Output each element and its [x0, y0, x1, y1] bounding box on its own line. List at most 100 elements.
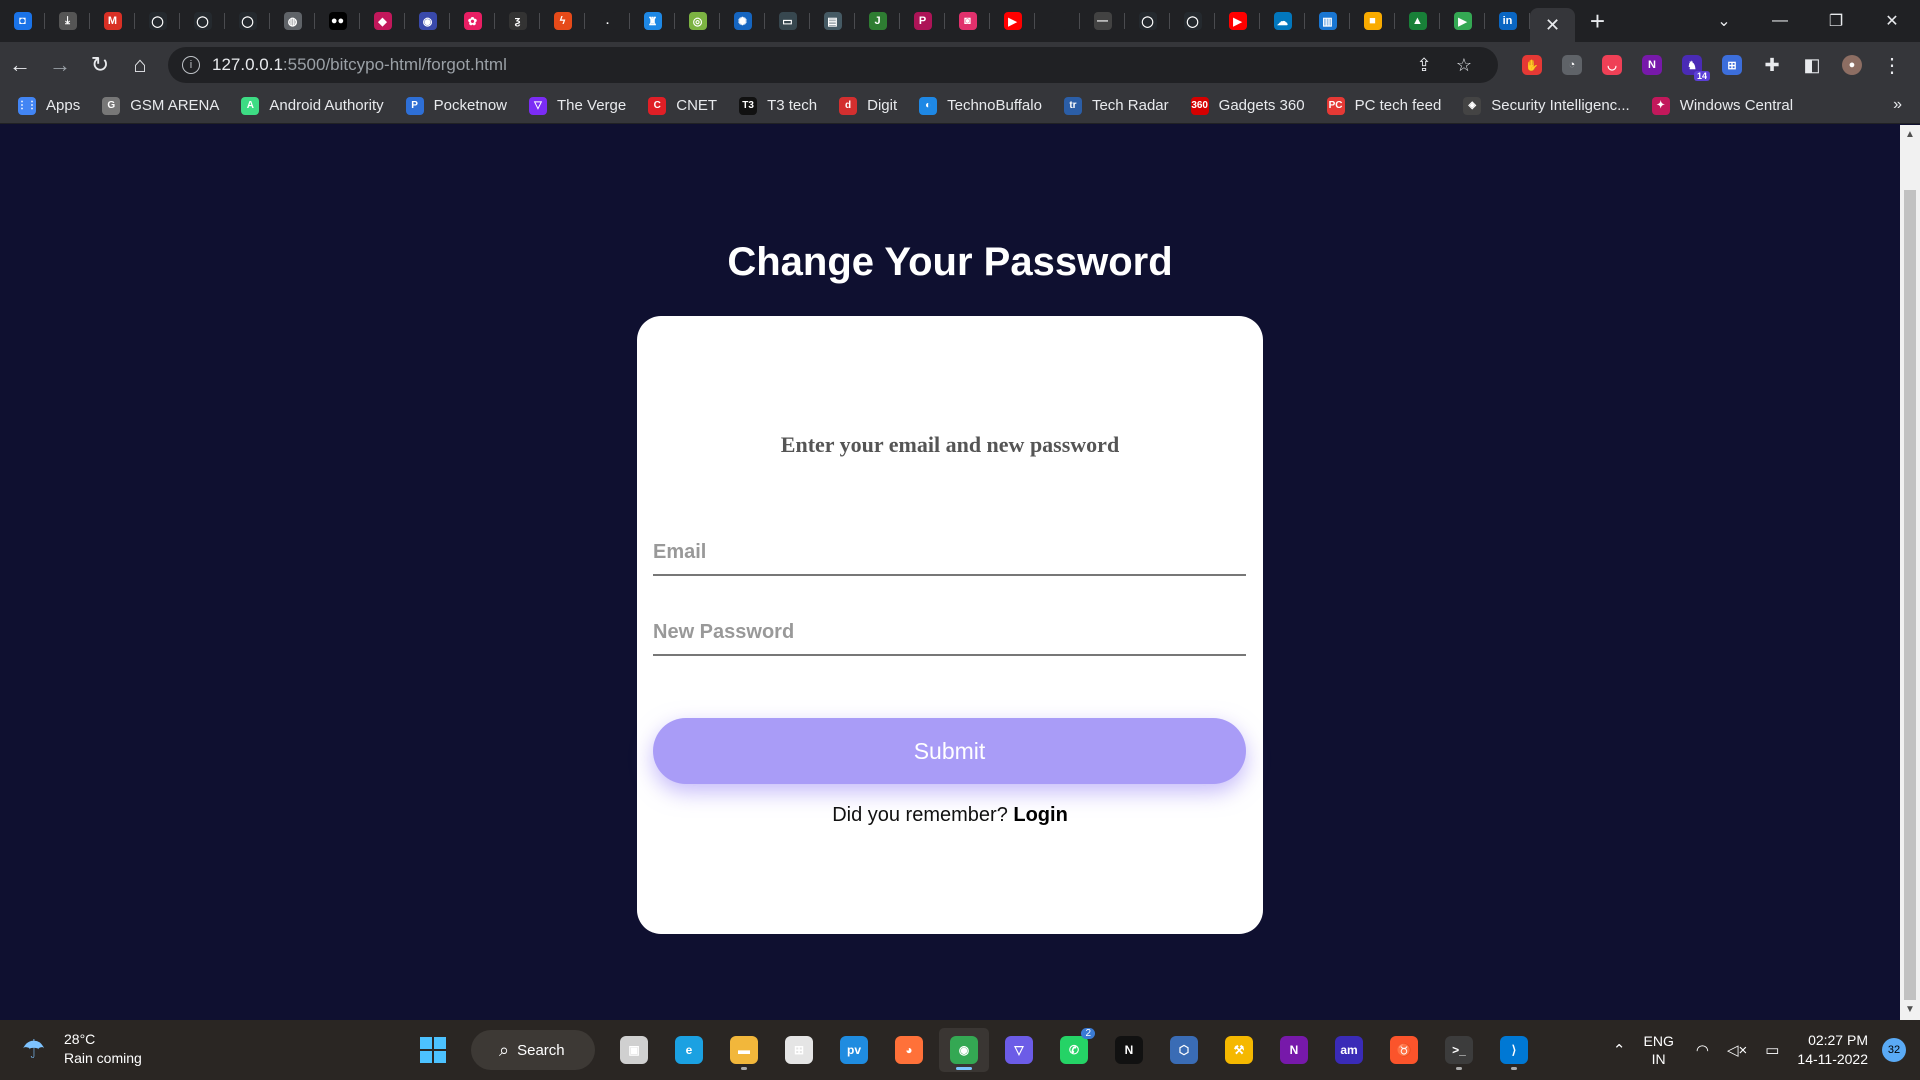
submit-button[interactable]: Submit	[653, 718, 1246, 784]
bookmark-item[interactable]: P Pocketnow	[405, 96, 507, 115]
site-info-icon[interactable]: i	[182, 56, 200, 74]
browser-tab[interactable]: ✿	[450, 0, 495, 42]
extension-button[interactable]: ◡	[1592, 45, 1632, 85]
browser-tab[interactable]: ϟ	[540, 0, 585, 42]
scrollbar-thumb[interactable]	[1904, 190, 1916, 1000]
browser-tab[interactable]: ◙	[945, 0, 990, 42]
taskbar-app[interactable]: ⊞	[774, 1028, 824, 1072]
browser-tab[interactable]: J	[855, 0, 900, 42]
browser-tab[interactable]	[1035, 0, 1080, 42]
browser-menu-icon[interactable]: ⋮	[1872, 45, 1912, 85]
side-panel-icon[interactable]: ◧	[1792, 45, 1832, 85]
browser-tab[interactable]: ▥	[1305, 0, 1350, 42]
extension-button[interactable]: ✋	[1512, 45, 1552, 85]
new-tab-button[interactable]: +	[1575, 0, 1620, 42]
extension-button[interactable]: ♞ 14	[1672, 45, 1712, 85]
browser-tab[interactable]: M	[90, 0, 135, 42]
bookmark-item[interactable]: ◐ TechnoBuffalo	[919, 96, 1042, 115]
profile-avatar[interactable]: ●	[1832, 45, 1872, 85]
close-tab-icon[interactable]: ✕	[1545, 15, 1560, 36]
bookmark-item[interactable]: A Android Authority	[241, 96, 384, 115]
vertical-scrollbar[interactable]: ▲ ▼	[1900, 125, 1920, 1020]
restore-button[interactable]: ❐	[1808, 0, 1864, 42]
volume-muted-icon[interactable]: ◁×	[1727, 1041, 1747, 1059]
browser-tab[interactable]: .	[585, 0, 630, 42]
scroll-up-arrow-icon[interactable]: ▲	[1904, 129, 1916, 141]
browser-tab[interactable]: ✺	[720, 0, 765, 42]
wifi-icon[interactable]: ◠	[1696, 1041, 1709, 1059]
email-input[interactable]	[653, 530, 1246, 576]
browser-tab[interactable]: in	[1485, 0, 1530, 42]
close-window-button[interactable]: ✕	[1864, 0, 1920, 42]
browser-tab[interactable]: ▲	[1395, 0, 1440, 42]
browser-tab[interactable]: ▶	[990, 0, 1035, 42]
minimize-button[interactable]: —	[1752, 0, 1808, 42]
browser-tab[interactable]: ◆	[360, 0, 405, 42]
bookmark-item[interactable]: T3 T3 tech	[739, 96, 817, 115]
tab-search-dropdown-icon[interactable]: ⌄	[1696, 0, 1752, 42]
browser-tab[interactable]: ☁	[1260, 0, 1305, 42]
back-arrow-icon[interactable]: ←	[0, 45, 40, 85]
taskbar-app[interactable]: ◕	[884, 1028, 934, 1072]
taskbar-app[interactable]: ⬡	[1159, 1028, 1209, 1072]
bookmark-item[interactable]: d Digit	[839, 96, 897, 115]
bookmark-item[interactable]: ◈ Security Intelligenc...	[1463, 96, 1630, 115]
browser-tab[interactable]: ▶	[1440, 0, 1485, 42]
browser-tab[interactable]: ◍	[270, 0, 315, 42]
extensions-puzzle-icon[interactable]: ✚	[1752, 45, 1792, 85]
login-link[interactable]: Login	[1013, 804, 1067, 826]
clock[interactable]: 02:27 PM 14-11-2022	[1797, 1031, 1868, 1069]
browser-tab[interactable]: ƺ	[495, 0, 540, 42]
browser-tab[interactable]: ◯	[180, 0, 225, 42]
browser-tab[interactable]: ⤓	[45, 0, 90, 42]
notification-count-badge[interactable]: 32	[1882, 1038, 1906, 1062]
browser-tab[interactable]: ▭	[765, 0, 810, 42]
taskbar-app[interactable]: ♉	[1379, 1028, 1429, 1072]
browser-tab[interactable]: ●●	[315, 0, 360, 42]
taskbar-app[interactable]: ▽	[994, 1028, 1044, 1072]
active-tab[interactable]: ✕	[1530, 8, 1575, 42]
extension-button[interactable]: ◔	[1552, 45, 1592, 85]
share-icon[interactable]: ⇪	[1404, 55, 1444, 76]
browser-tab[interactable]: ▤	[810, 0, 855, 42]
language-indicator[interactable]: ENG IN	[1644, 1032, 1674, 1068]
bookmark-item[interactable]: ⋮⋮ Apps	[17, 96, 80, 115]
taskbar-app[interactable]: N	[1269, 1028, 1319, 1072]
taskbar-app[interactable]: ◉	[939, 1028, 989, 1072]
taskbar-app[interactable]: N	[1104, 1028, 1154, 1072]
browser-tab[interactable]: ◯	[1170, 0, 1215, 42]
browser-tab[interactable]: ◯	[135, 0, 180, 42]
taskbar-app[interactable]: ▣	[609, 1028, 659, 1072]
browser-tab[interactable]: ♜	[630, 0, 675, 42]
browser-tab[interactable]: ◎	[675, 0, 720, 42]
bookmark-item[interactable]: tr Tech Radar	[1063, 96, 1169, 115]
bookmark-star-icon[interactable]: ☆	[1444, 55, 1484, 76]
bookmark-item[interactable]: C CNET	[648, 96, 717, 115]
show-hidden-icons-chevron-icon[interactable]: ⌃	[1613, 1041, 1626, 1059]
bookmark-item[interactable]: G GSM ARENA	[102, 96, 219, 115]
bookmark-item[interactable]: ✦ Windows Central	[1651, 96, 1793, 115]
taskbar-app[interactable]: ▬	[719, 1028, 769, 1072]
bookmark-item[interactable]: ▽ The Verge	[529, 96, 626, 115]
home-icon[interactable]: ⌂	[120, 45, 160, 85]
reload-icon[interactable]: ↻	[80, 45, 120, 85]
taskbar-app[interactable]: e	[664, 1028, 714, 1072]
start-button[interactable]	[408, 1028, 458, 1072]
battery-icon[interactable]: ▭	[1765, 1041, 1779, 1059]
extension-button[interactable]: ⊞	[1712, 45, 1752, 85]
weather-widget[interactable]: ☂ 28°C Rain coming	[22, 1030, 142, 1068]
taskbar-app[interactable]: am	[1324, 1028, 1374, 1072]
taskbar-app[interactable]: pv	[829, 1028, 879, 1072]
forward-arrow-icon[interactable]: →	[40, 45, 80, 85]
browser-tab[interactable]: P	[900, 0, 945, 42]
bookmark-item[interactable]: PC PC tech feed	[1326, 96, 1441, 115]
taskbar-app[interactable]: ⚒	[1214, 1028, 1264, 1072]
scroll-down-arrow-icon[interactable]: ▼	[1904, 1004, 1916, 1016]
taskbar-app[interactable]: >_	[1434, 1028, 1484, 1072]
taskbar-app[interactable]: ✆ 2	[1049, 1028, 1099, 1072]
taskbar-search[interactable]: ⌕ Search	[471, 1030, 595, 1070]
browser-tab[interactable]: ◯	[1125, 0, 1170, 42]
browser-tab[interactable]: ◘	[0, 0, 45, 42]
taskbar-app[interactable]: ⟩	[1489, 1028, 1539, 1072]
extension-button[interactable]: N	[1632, 45, 1672, 85]
